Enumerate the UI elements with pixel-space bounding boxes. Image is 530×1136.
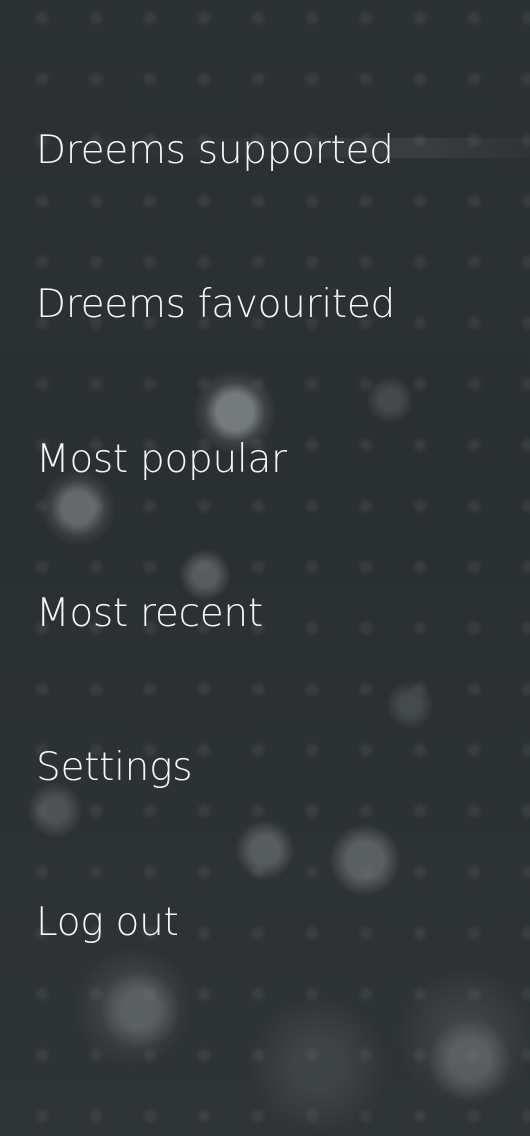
side-menu: Dreems supported Dreems favourited Most … — [36, 0, 506, 1136]
menu-item-label: Dreems supported — [36, 127, 394, 173]
menu-item-settings[interactable]: Settings — [36, 735, 506, 799]
menu-item-log-out[interactable]: Log out — [36, 890, 506, 954]
menu-item-dreems-favourited[interactable]: Dreems favourited — [36, 272, 506, 336]
navigation-screen: Dreems supported Dreems favourited Most … — [0, 0, 530, 1136]
menu-item-label: Dreems favourited — [36, 281, 396, 327]
menu-item-label: Most recent — [36, 590, 263, 636]
menu-item-most-popular[interactable]: Most popular — [36, 427, 506, 491]
menu-item-label: Most popular — [36, 436, 287, 482]
menu-item-most-recent[interactable]: Most recent — [36, 581, 506, 645]
menu-item-label: Log out — [36, 899, 179, 945]
menu-item-dreems-supported[interactable]: Dreems supported — [36, 118, 506, 182]
menu-item-label: Settings — [36, 744, 193, 790]
